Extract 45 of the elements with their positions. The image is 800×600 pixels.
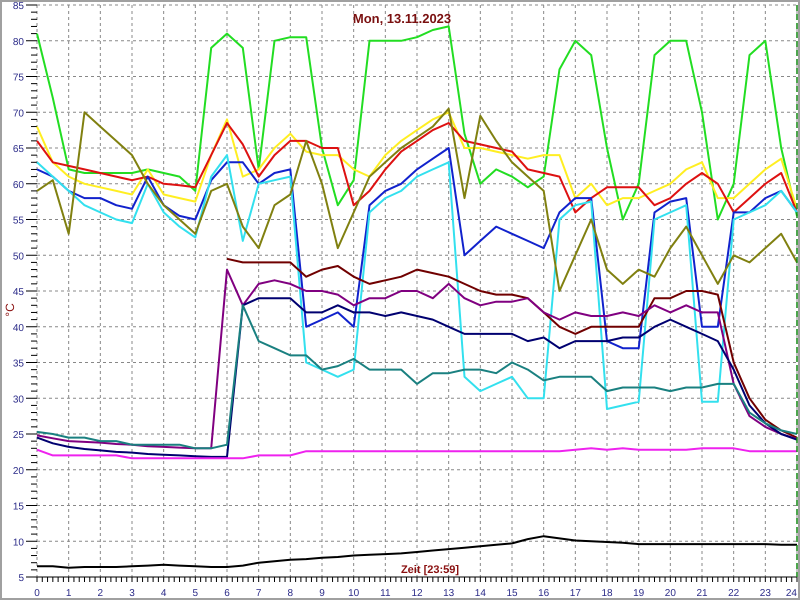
axis-tick-label: 0 (34, 588, 40, 598)
axis-tick-label: 5 (192, 588, 198, 598)
axis-tick-label: 7 (256, 588, 262, 598)
axis-tick-label: 8 (288, 588, 294, 598)
axis-tick-label: 9 (319, 588, 325, 598)
axis-tick-label: 1 (66, 588, 72, 598)
axis-tick-label: 75 (12, 72, 24, 84)
y-axis-label: °C (3, 303, 17, 317)
axis-tick-label: 15 (12, 502, 24, 512)
axis-tick-label: 70 (12, 108, 24, 120)
axis-tick-label: 85 (12, 2, 24, 12)
axis-tick-label: 4 (160, 588, 166, 598)
axis-tick-label: 19 (633, 588, 644, 598)
axis-tick-label: 15 (506, 588, 518, 598)
axis-tick-label: 50 (12, 251, 24, 262)
chart-title: Mon, 13.11.2023 (352, 11, 452, 26)
axis-tick-label: 65 (12, 144, 24, 155)
axis-tick-label: 3 (129, 588, 135, 598)
axis-tick-label: 20 (12, 466, 24, 477)
axis-tick-label: 23 (760, 588, 771, 598)
axis-tick-label: 16 (538, 588, 550, 598)
x-axis-label: Zeit [23:59] (400, 564, 460, 576)
axis-tick-label: 5 (18, 573, 24, 584)
axis-tick-label: 60 (12, 180, 24, 191)
axis-tick-label: 24 (786, 588, 797, 598)
axis-tick-label: 55 (12, 216, 24, 226)
axis-tick-label: 13 (443, 588, 454, 598)
axis-tick-label: 40 (12, 322, 24, 334)
axis-tick-label: 12 (411, 588, 423, 598)
axis-tick-label: 10 (348, 588, 360, 598)
axis-tick-label: 2 (98, 588, 104, 598)
axis-tick-label: 35 (12, 358, 24, 370)
axis-tick-label: 18 (601, 588, 613, 598)
axis-tick-label: 21 (696, 588, 708, 598)
axis-tick-label: 20 (664, 588, 676, 598)
axis-tick-label: 30 (12, 394, 24, 406)
axis-tick-label: 45 (12, 287, 24, 298)
axis-tick-label: 14 (474, 588, 486, 598)
axis-tick-label: 17 (570, 588, 581, 598)
axis-tick-label: 25 (12, 430, 24, 441)
axis-tick-label: 6 (224, 588, 230, 598)
axis-tick-label: 11 (380, 588, 391, 598)
axis-tick-label: 22 (728, 588, 740, 598)
axis-tick-label: 10 (12, 537, 24, 548)
axis-tick-label: 80 (12, 36, 24, 48)
